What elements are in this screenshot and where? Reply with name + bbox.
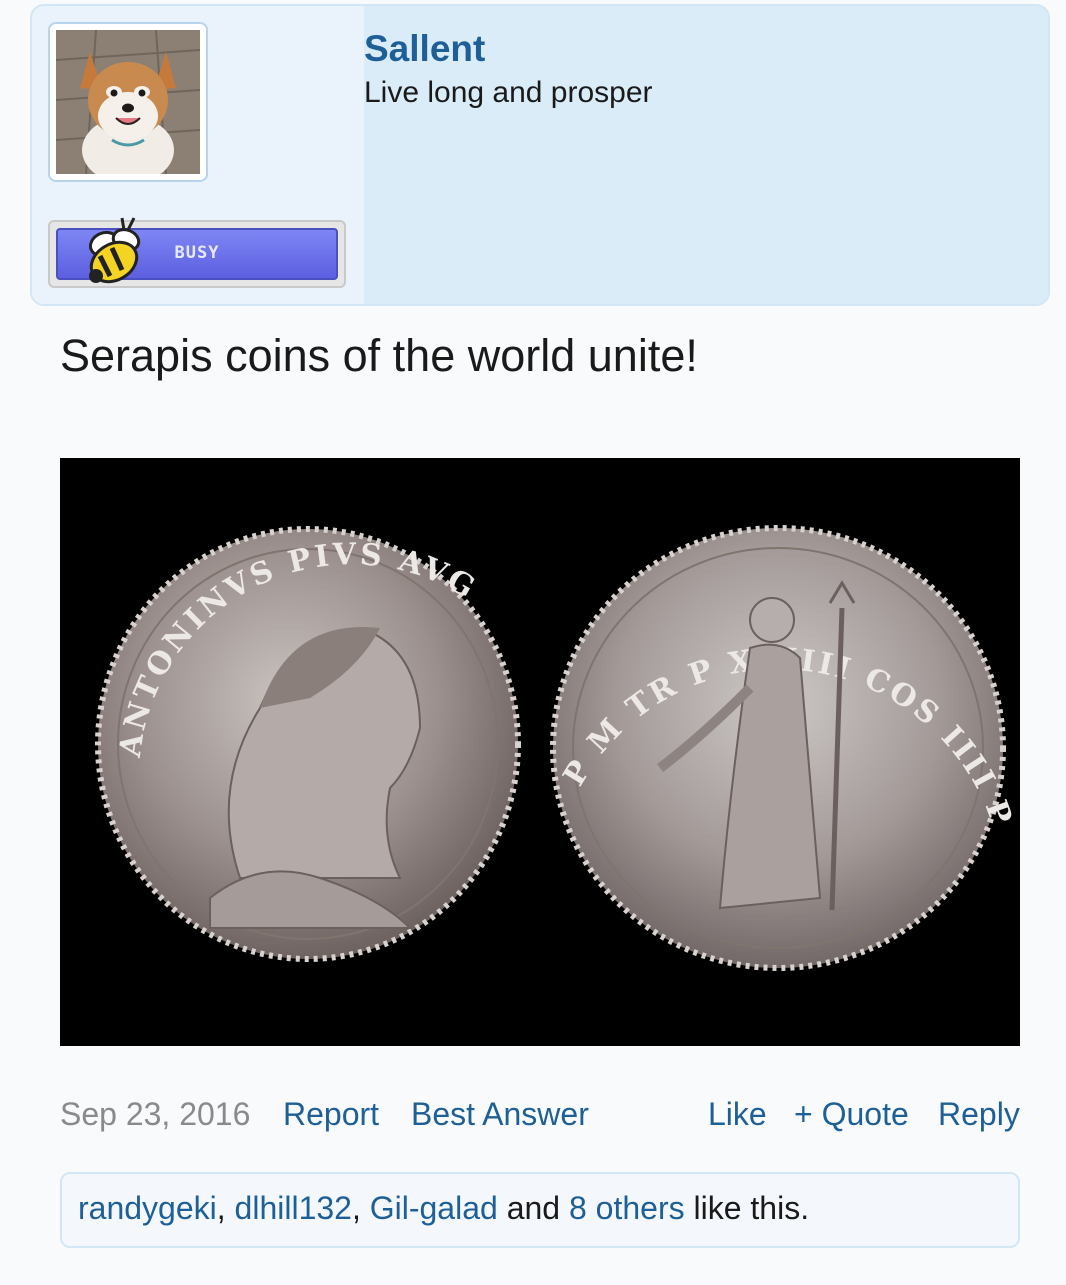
reply-link[interactable]: Reply: [938, 1096, 1020, 1133]
others-link[interactable]: 8 others: [569, 1190, 685, 1226]
post-header: BUSY Sallent Live long and prosper: [30, 4, 1050, 306]
post-message: Serapis coins of the world unite!: [60, 330, 698, 381]
likes-text: randygeki, dlhill132, Gil-galad and 8 ot…: [78, 1190, 810, 1226]
status-bar: BUSY: [48, 217, 346, 288]
user-title: Live long and prosper: [364, 76, 653, 109]
bee-icon: [88, 217, 141, 284]
liker-link[interactable]: Gil-galad: [370, 1190, 498, 1226]
post-image[interactable]: ANTONINVS PIVS AVG GERM P M TR P XVIIII …: [60, 458, 1020, 1046]
username[interactable]: Sallent: [364, 28, 485, 70]
avatar[interactable]: [48, 22, 208, 182]
quote-link[interactable]: + Quote: [794, 1096, 909, 1133]
like-link[interactable]: Like: [708, 1096, 767, 1133]
user-panel: BUSY: [32, 6, 364, 304]
shiba-dog-avatar-icon: [56, 30, 200, 174]
best-answer-link[interactable]: Best Answer: [411, 1096, 589, 1133]
post-date[interactable]: Sep 23, 2016: [60, 1096, 250, 1133]
post-actions: Sep 23, 2016 Report Best Answer Like + Q…: [0, 1096, 1066, 1146]
report-link[interactable]: Report: [283, 1096, 379, 1133]
liker-link[interactable]: dlhill132: [235, 1190, 352, 1226]
likes-summary: randygeki, dlhill132, Gil-galad and 8 ot…: [60, 1172, 1020, 1248]
coin-obverse: ANTONINVS PIVS AVG GERM: [60, 458, 521, 962]
liker-link[interactable]: randygeki: [78, 1190, 217, 1226]
